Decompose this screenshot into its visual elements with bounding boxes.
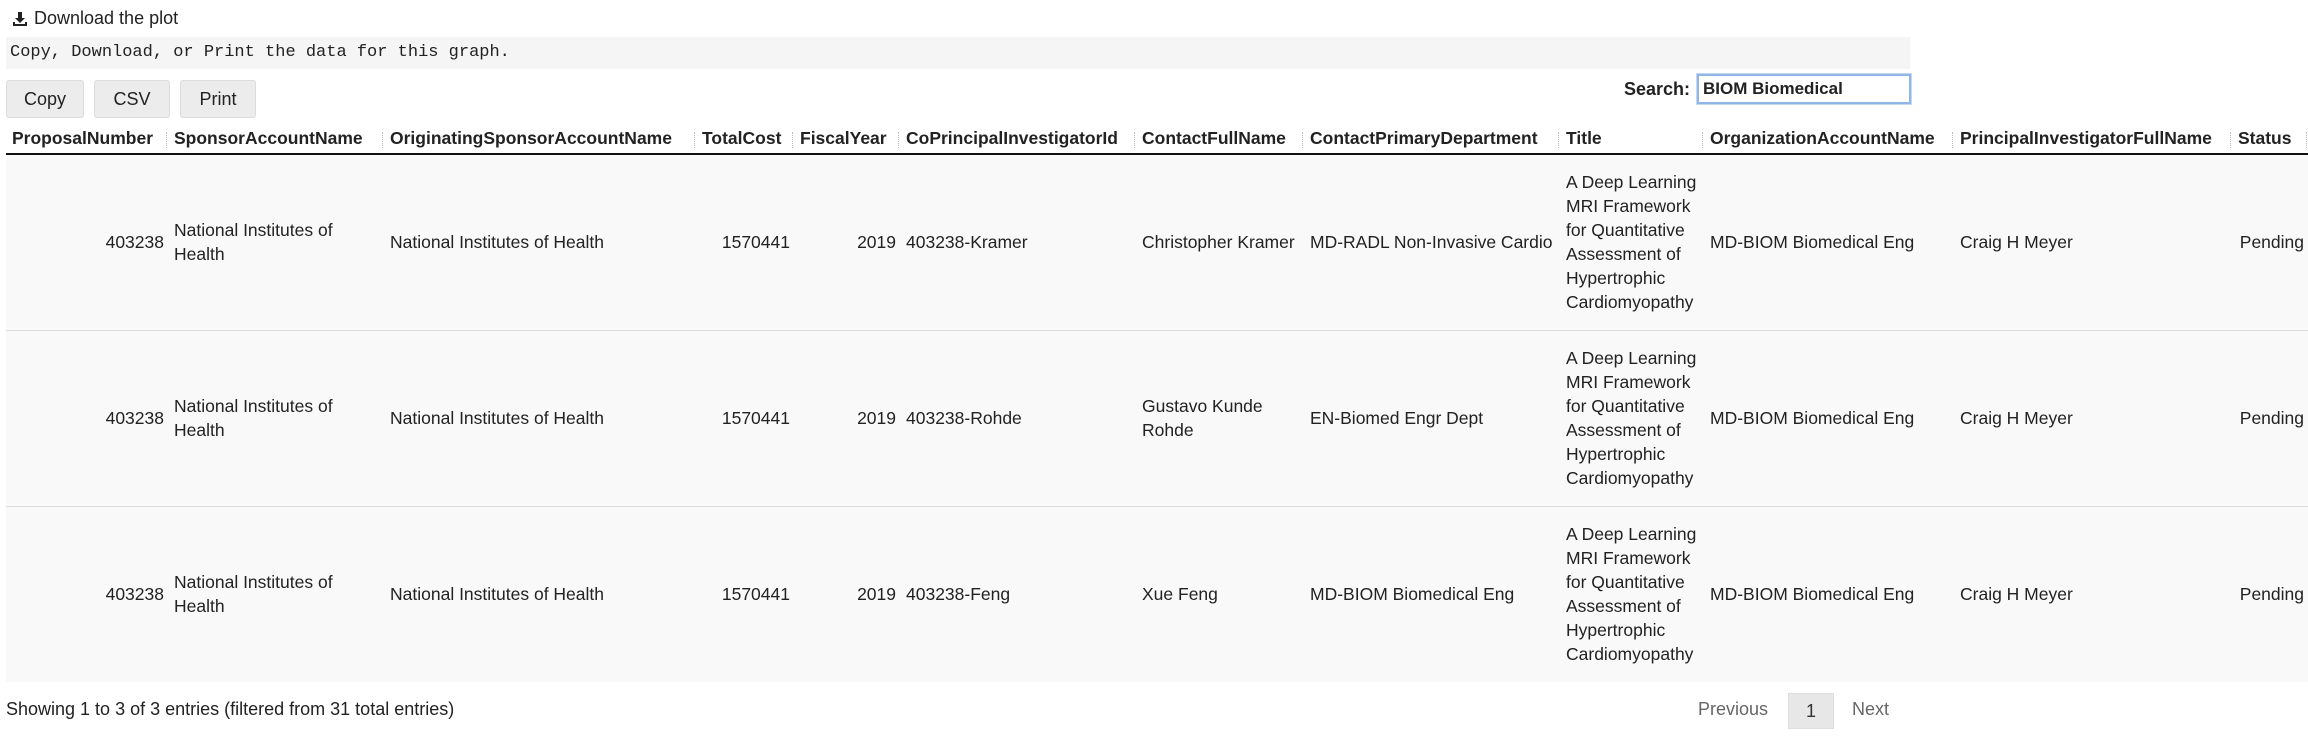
cell-principal-investigator-full-name: Craig H Meyer — [1954, 329, 2232, 506]
column-header-contact-full-name[interactable]: ContactFullName — [1136, 124, 1304, 155]
previous-page-button[interactable]: Previous — [1698, 699, 1768, 720]
cell-title: A Deep Learning MRI Framework for Quanti… — [1560, 329, 1704, 506]
cell-originating-sponsor-account-name: National Institutes of Health — [384, 505, 696, 682]
cell-proposal-number: 403238 — [6, 154, 168, 330]
download-plot-label: Download the plot — [34, 8, 179, 28]
column-header-total-cost[interactable]: TotalCost — [696, 124, 794, 155]
cell-status: Pending — [2232, 505, 2308, 682]
table-row: 403238 National Institutes of Health Nat… — [6, 505, 2308, 682]
cell-co-principal-investigator-id: 403238-Rohde — [900, 329, 1136, 506]
cell-total-cost: 1570441 — [696, 505, 794, 682]
cell-organization-account-name: MD-BIOM Biomedical Eng — [1704, 505, 1954, 682]
cell-total-cost: 1570441 — [696, 329, 794, 506]
cell-contact-primary-department: MD-BIOM Biomedical Eng — [1304, 505, 1560, 682]
table-header-row: ProposalNumber SponsorAccountName Origin… — [6, 124, 2308, 155]
cell-sponsor-account-name: National Institutes of Health — [168, 505, 384, 682]
column-header-co-principal-investigator-id[interactable]: CoPrincipalInvestigatorId — [900, 124, 1136, 155]
data-table: ProposalNumber SponsorAccountName Origin… — [6, 124, 2308, 682]
column-header-status[interactable]: Status — [2232, 124, 2308, 155]
cell-sponsor-account-name: National Institutes of Health — [168, 154, 384, 330]
download-icon — [12, 11, 28, 27]
cell-contact-full-name: Christopher Kramer — [1136, 154, 1304, 330]
cell-originating-sponsor-account-name: National Institutes of Health — [384, 154, 696, 330]
table-row: 403238 National Institutes of Health Nat… — [6, 329, 2308, 506]
cell-sponsor-account-name: National Institutes of Health — [168, 329, 384, 506]
csv-button[interactable]: CSV — [94, 80, 170, 118]
cell-contact-primary-department: MD-RADL Non-Invasive Cardio — [1304, 154, 1560, 330]
download-plot-link[interactable]: Download the plot — [12, 8, 178, 29]
cell-contact-full-name: Gustavo Kunde Rohde — [1136, 329, 1304, 506]
cell-total-cost: 1570441 — [696, 154, 794, 330]
copy-button[interactable]: Copy — [6, 80, 84, 118]
search-label: Search: — [1624, 79, 1691, 99]
cell-status: Pending — [2232, 154, 2308, 330]
column-header-title[interactable]: Title — [1560, 124, 1704, 155]
print-button[interactable]: Print — [180, 80, 256, 118]
column-header-organization-account-name[interactable]: OrganizationAccountName — [1704, 124, 1954, 155]
cell-proposal-number: 403238 — [6, 505, 168, 682]
cell-fiscal-year: 2019 — [794, 329, 900, 506]
table-caption: Copy, Download, or Print the data for th… — [6, 37, 1910, 69]
column-header-sponsor-account-name[interactable]: SponsorAccountName — [168, 124, 384, 155]
column-header-principal-investigator-full-name[interactable]: PrincipalInvestigatorFullName — [1954, 124, 2232, 155]
cell-co-principal-investigator-id: 403238-Feng — [900, 505, 1136, 682]
column-header-fiscal-year[interactable]: FiscalYear — [794, 124, 900, 155]
cell-proposal-number: 403238 — [6, 329, 168, 506]
cell-contact-full-name: Xue Feng — [1136, 505, 1304, 682]
column-header-contact-primary-department[interactable]: ContactPrimaryDepartment — [1304, 124, 1560, 155]
cell-title: A Deep Learning MRI Framework for Quanti… — [1560, 505, 1704, 682]
cell-status: Pending — [2232, 329, 2308, 506]
cell-principal-investigator-full-name: Craig H Meyer — [1954, 154, 2232, 330]
cell-fiscal-year: 2019 — [794, 505, 900, 682]
cell-originating-sponsor-account-name: National Institutes of Health — [384, 329, 696, 506]
column-header-originating-sponsor-account-name[interactable]: OriginatingSponsorAccountName — [384, 124, 696, 155]
cell-title: A Deep Learning MRI Framework for Quanti… — [1560, 154, 1704, 330]
cell-contact-primary-department: EN-Biomed Engr Dept — [1304, 329, 1560, 506]
cell-organization-account-name: MD-BIOM Biomedical Eng — [1704, 329, 1954, 506]
table-row: 403238 National Institutes of Health Nat… — [6, 154, 2308, 330]
page-1-button[interactable]: 1 — [1788, 693, 1834, 729]
cell-organization-account-name: MD-BIOM Biomedical Eng — [1704, 154, 1954, 330]
cell-fiscal-year: 2019 — [794, 154, 900, 330]
next-page-button[interactable]: Next — [1852, 699, 1889, 720]
cell-principal-investigator-full-name: Craig H Meyer — [1954, 505, 2232, 682]
cell-co-principal-investigator-id: 403238-Kramer — [900, 154, 1136, 330]
column-header-proposal-number[interactable]: ProposalNumber — [6, 124, 168, 155]
search-input[interactable] — [1696, 73, 1912, 105]
table-info: Showing 1 to 3 of 3 entries (filtered fr… — [6, 699, 455, 719]
